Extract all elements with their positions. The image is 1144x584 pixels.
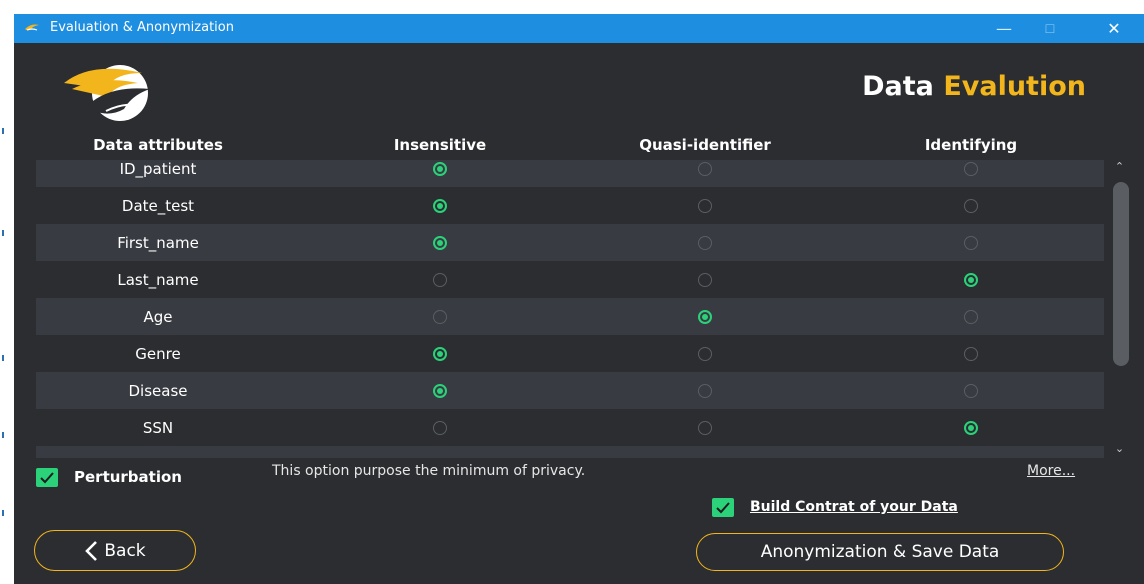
column-header-insensitive: Insensitive xyxy=(393,136,487,154)
radio-identifying[interactable] xyxy=(964,420,978,435)
checkmark-icon xyxy=(716,502,730,514)
table-body: ID_patient Date_test First_name Last_name Ag… xyxy=(36,160,1130,458)
perturbation-label: Perturbation xyxy=(74,468,182,486)
column-header-identifying: Identifying xyxy=(924,136,1018,154)
vertical-scrollbar[interactable]: ⌃ ⌄ xyxy=(1109,160,1130,458)
perturbation-description: This option purpose the minimum of priva… xyxy=(272,463,586,479)
radio-identifying[interactable] xyxy=(964,198,978,213)
radio-identifying[interactable] xyxy=(964,346,978,361)
radio-quasi-identifier[interactable] xyxy=(698,198,712,213)
radio-quasi-identifier[interactable] xyxy=(698,309,712,324)
back-button-label: Back xyxy=(104,540,146,561)
attribute-name: ID_patient xyxy=(119,160,197,178)
radio-insensitive[interactable] xyxy=(433,420,447,435)
minimize-icon: — xyxy=(996,19,1012,38)
attribute-name: Age xyxy=(143,307,173,326)
app-window: Evaluation & Anonymization — ☐ ✕ Data Ev… xyxy=(14,14,1144,584)
attribute-name: Disease xyxy=(128,381,188,400)
table-row: Age xyxy=(36,298,1104,335)
attribute-name: Last_name xyxy=(117,270,199,289)
radio-insensitive[interactable] xyxy=(433,272,447,287)
table-row: SSN xyxy=(36,409,1104,446)
radio-insensitive[interactable] xyxy=(433,383,447,398)
window-title: Evaluation & Anonymization xyxy=(50,20,234,35)
table-row: Job xyxy=(36,446,1104,458)
radio-identifying[interactable] xyxy=(964,272,978,287)
radio-insensitive[interactable] xyxy=(433,161,447,176)
radio-quasi-identifier[interactable] xyxy=(698,235,712,250)
column-header-attributes: Data attributes xyxy=(93,136,223,154)
header: Data Evalution xyxy=(14,43,1144,132)
table-row: Last_name xyxy=(36,261,1104,298)
back-button[interactable]: Back xyxy=(34,530,196,571)
radio-identifying[interactable] xyxy=(964,457,978,458)
radio-quasi-identifier[interactable] xyxy=(698,383,712,398)
radio-identifying[interactable] xyxy=(964,161,978,176)
radio-quasi-identifier[interactable] xyxy=(698,161,712,176)
attribute-name: SSN xyxy=(142,418,174,437)
radio-quasi-identifier[interactable] xyxy=(698,457,712,458)
radio-insensitive[interactable] xyxy=(433,457,447,458)
page-title-text: Data xyxy=(862,71,944,102)
table-row: ID_patient xyxy=(36,160,1104,187)
chevron-down-icon[interactable]: ⌄ xyxy=(1109,442,1130,458)
table-row: Disease xyxy=(36,372,1104,409)
maximize-button[interactable]: ☐ xyxy=(1030,14,1070,43)
radio-quasi-identifier[interactable] xyxy=(698,420,712,435)
table-row: Genre xyxy=(36,335,1104,372)
minimize-button[interactable]: — xyxy=(984,14,1024,43)
more-link[interactable]: More... xyxy=(1027,463,1075,479)
attribute-name: Genre xyxy=(135,344,181,363)
table-header: Data attributes Insensitive Quasi-identi… xyxy=(36,132,1130,160)
save-button-label: Anonymization & Save Data xyxy=(760,542,1000,562)
build-contrast-label[interactable]: Build Contrat of your Data xyxy=(750,499,958,515)
attribute-name: First_name xyxy=(117,233,199,252)
scrollbar-thumb[interactable] xyxy=(1113,182,1129,366)
chevron-left-icon xyxy=(85,540,98,561)
checkmark-icon xyxy=(40,472,54,484)
attribute-name: Date_test xyxy=(121,196,195,215)
radio-insensitive[interactable] xyxy=(433,309,447,324)
radio-quasi-identifier[interactable] xyxy=(698,272,712,287)
radio-quasi-identifier[interactable] xyxy=(698,346,712,361)
attributes-table: Data attributes Insensitive Quasi-identi… xyxy=(36,132,1130,458)
radio-insensitive[interactable] xyxy=(433,198,447,213)
bird-logo-icon xyxy=(25,24,39,31)
build-contrast-checkbox[interactable] xyxy=(712,498,734,517)
table-row: First_name xyxy=(36,224,1104,261)
page-title-accent: Evalution xyxy=(943,71,1086,102)
column-header-quasi-identifier: Quasi-identifier xyxy=(639,136,771,154)
radio-insensitive[interactable] xyxy=(433,235,447,250)
maximize-icon: ☐ xyxy=(1044,21,1056,36)
close-button[interactable]: ✕ xyxy=(1094,14,1134,43)
close-icon: ✕ xyxy=(1107,19,1121,38)
radio-insensitive[interactable] xyxy=(433,346,447,361)
title-bar: Evaluation & Anonymization — ☐ ✕ xyxy=(14,14,1144,43)
desktop-edge xyxy=(0,0,14,584)
table-row: Date_test xyxy=(36,187,1104,224)
anonymization-save-button[interactable]: Anonymization & Save Data xyxy=(696,533,1064,571)
chevron-up-icon[interactable]: ⌃ xyxy=(1109,160,1130,176)
perturbation-checkbox[interactable] xyxy=(36,468,58,487)
bird-logo-icon xyxy=(64,65,150,121)
page-title: Data Evalution xyxy=(862,71,1086,102)
radio-identifying[interactable] xyxy=(964,309,978,324)
radio-identifying[interactable] xyxy=(964,235,978,250)
attribute-name: Job xyxy=(102,456,214,459)
radio-identifying[interactable] xyxy=(964,383,978,398)
